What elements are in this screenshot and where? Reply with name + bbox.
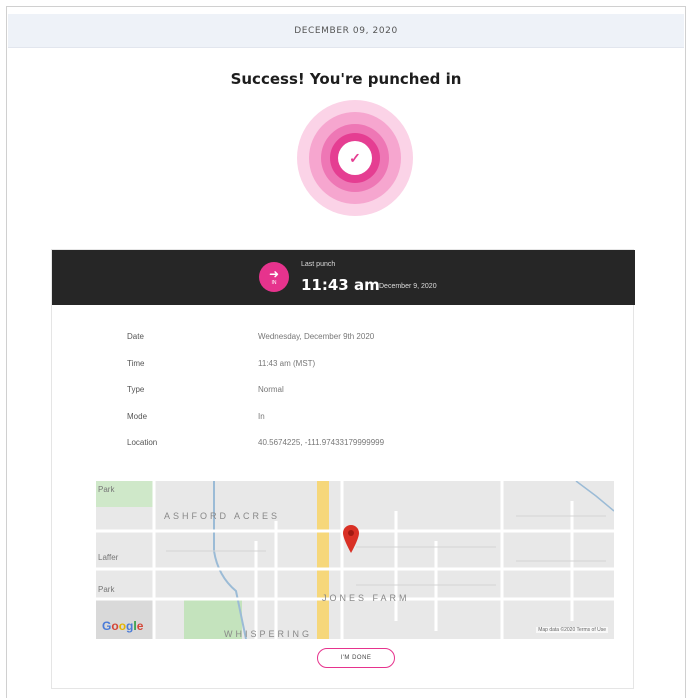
map-area-label: ASHFORD ACRES — [164, 511, 281, 521]
map-attribution[interactable]: Map data ©2020 Terms of Use — [536, 627, 608, 633]
date-header-text: DECEMBER 09, 2020 — [294, 25, 398, 36]
detail-value: Normal — [258, 385, 284, 394]
detail-row-date: Date Wednesday, December 9th 2020 — [127, 332, 587, 359]
arrow-right-icon: ➜ — [268, 267, 280, 281]
done-button[interactable]: I'M DONE — [317, 648, 395, 668]
date-header: DECEMBER 09, 2020 — [8, 14, 684, 48]
checkmark-icon: ✓ — [338, 141, 372, 175]
detail-row-location: Location 40.5674225, -111.97433179999999 — [127, 438, 587, 465]
detail-value: In — [258, 411, 265, 421]
punch-mode-badge: IN — [271, 280, 277, 286]
map-edge-label: Laffer — [98, 553, 119, 562]
map-area-label: WHISPERING — [224, 629, 313, 639]
detail-value: 11:43 am (MST) — [258, 358, 316, 368]
detail-row-time: Time 11:43 am (MST) — [127, 359, 587, 386]
detail-value: Wednesday, December 9th 2020 — [258, 332, 375, 341]
last-punch-time: 11:43 am — [301, 276, 380, 294]
success-title: Success! You're punched in — [230, 70, 462, 88]
detail-key: Date — [127, 332, 144, 341]
detail-row-type: Type Normal — [127, 385, 587, 412]
map-edge-label: Park — [98, 485, 115, 494]
detail-value: 40.5674225, -111.97433179999999 — [258, 438, 385, 447]
sign-in-icon: ➜ IN — [259, 262, 289, 292]
google-logo: Google — [102, 619, 144, 633]
detail-key: Type — [127, 385, 145, 394]
map-canvas — [96, 481, 614, 639]
detail-key: Time — [127, 358, 145, 368]
map-edge-label: Park — [98, 585, 115, 594]
last-punch-label: Last punch — [301, 261, 336, 268]
map-area-label: JONES FARM — [322, 593, 410, 603]
last-punch-date: December 9, 2020 — [379, 283, 437, 290]
punch-card: ➜ IN Last punch 11:43 am December 9, 202… — [51, 249, 635, 689]
detail-key: Location — [127, 438, 158, 447]
last-punch-bar: ➜ IN Last punch 11:43 am December 9, 202… — [52, 250, 635, 305]
punch-details: Date Wednesday, December 9th 2020 Time 1… — [127, 332, 587, 465]
location-map[interactable]: ASHFORD ACRES JONES FARM WHISPERING Park… — [96, 481, 614, 639]
detail-key: Mode — [127, 411, 148, 421]
map-pin-icon[interactable] — [343, 525, 359, 553]
detail-row-mode: Mode In — [127, 412, 587, 439]
success-badge: ✓ — [297, 100, 413, 216]
